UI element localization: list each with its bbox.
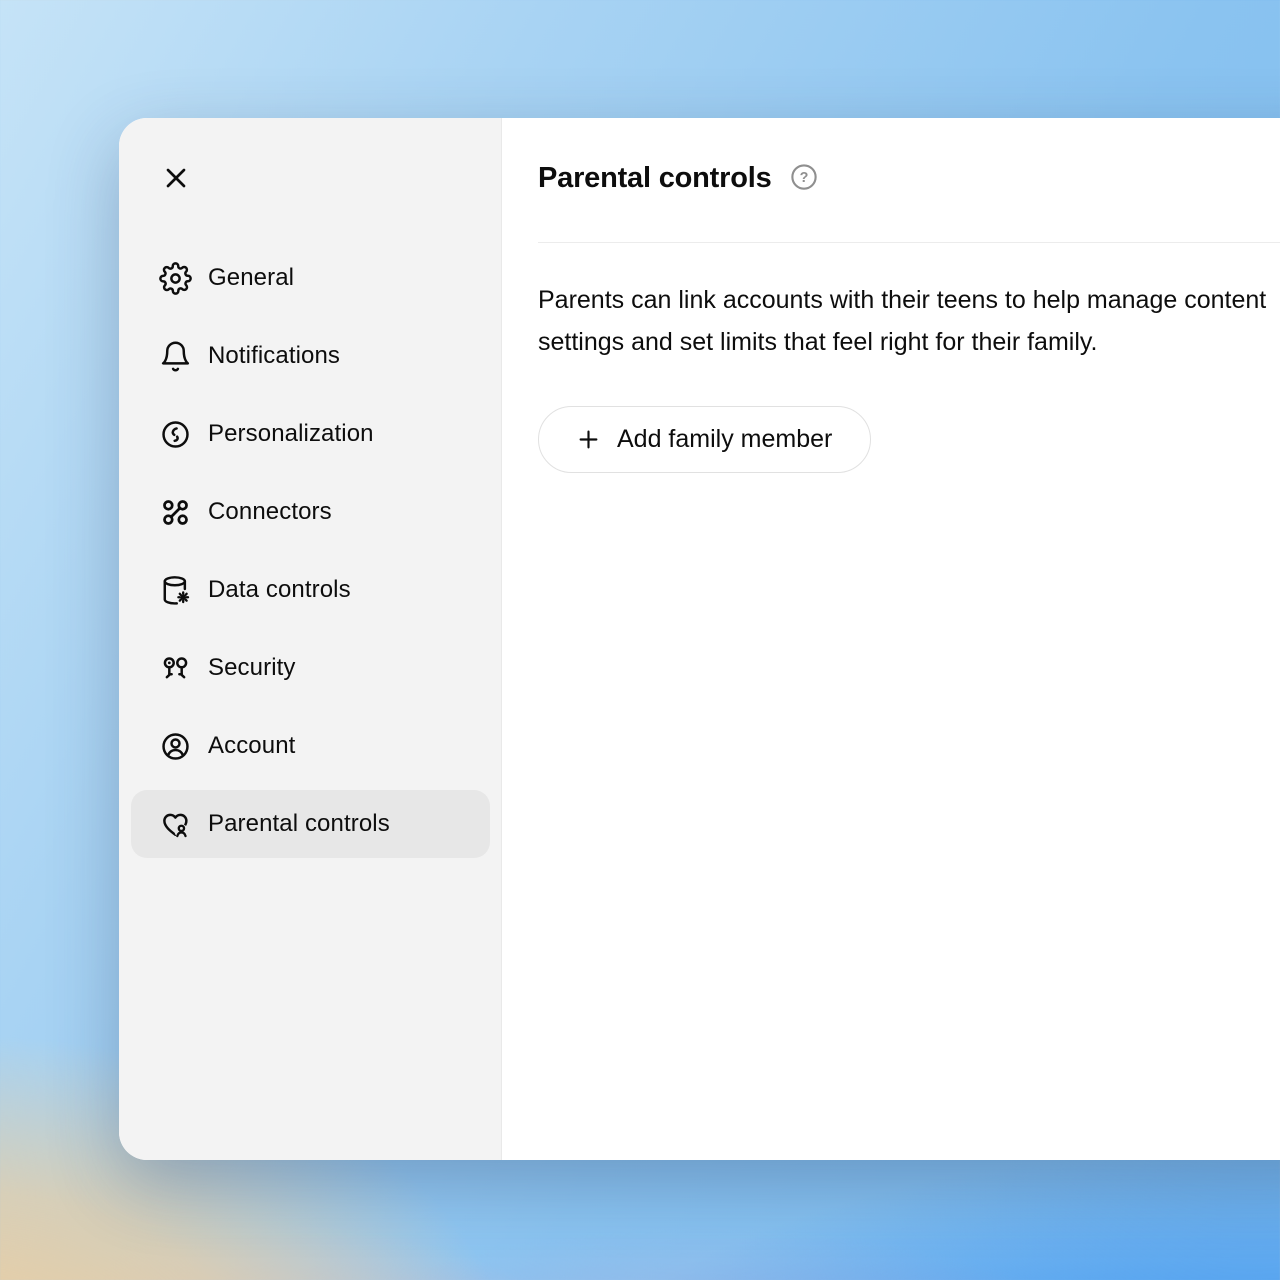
- sidebar-item-label: General: [208, 264, 294, 292]
- sidebar-item-parental-controls[interactable]: Parental controls: [131, 790, 490, 858]
- sidebar-item-security[interactable]: Security: [131, 634, 490, 702]
- heart-person-icon: [158, 807, 192, 841]
- database-gear-icon: [158, 573, 192, 607]
- help-button[interactable]: ?: [789, 163, 819, 193]
- sidebar-item-label: Data controls: [208, 576, 351, 604]
- sidebar-item-account[interactable]: Account: [131, 712, 490, 780]
- description-text: Parents can link accounts with their tee…: [538, 279, 1280, 363]
- svg-text:?: ?: [799, 170, 808, 186]
- sidebar-item-data-controls[interactable]: Data controls: [131, 556, 490, 624]
- keys-icon: [158, 651, 192, 685]
- sidebar-item-connectors[interactable]: Connectors: [131, 478, 490, 546]
- sidebar-item-label: Parental controls: [208, 810, 390, 838]
- sidebar-item-general[interactable]: General: [131, 244, 490, 312]
- description-line: settings and set limits that feel right …: [538, 321, 1280, 363]
- add-family-member-label: Add family member: [617, 425, 832, 454]
- close-icon: [160, 162, 192, 197]
- connectors-icon: [158, 495, 192, 529]
- sidebar-item-label: Connectors: [208, 498, 332, 526]
- sidebar-item-label: Security: [208, 654, 296, 682]
- sidebar-item-notifications[interactable]: Notifications: [131, 322, 490, 390]
- add-family-member-button[interactable]: Add family member: [538, 406, 871, 473]
- user-circle-icon: [158, 729, 192, 763]
- close-button[interactable]: [157, 160, 195, 198]
- plus-icon: [575, 426, 602, 453]
- sidebar-nav: General Notifications: [119, 118, 501, 858]
- description-line: Parents can link accounts with their tee…: [538, 279, 1280, 321]
- header-divider: [538, 242, 1280, 243]
- gear-icon: [158, 261, 192, 295]
- sidebar-item-label: Notifications: [208, 342, 340, 370]
- page-title: Parental controls: [538, 162, 772, 195]
- sidebar-item-label: Account: [208, 732, 295, 760]
- settings-dialog: General Notifications: [119, 118, 1280, 1160]
- parental-controls-panel: Parental controls ? Parents can link acc…: [502, 118, 1280, 1160]
- sidebar-item-personalization[interactable]: Personalization: [131, 400, 490, 468]
- help-circle-icon: ?: [789, 162, 819, 195]
- settings-sidebar: General Notifications: [119, 118, 502, 1160]
- bell-icon: [158, 339, 192, 373]
- sidebar-item-label: Personalization: [208, 420, 374, 448]
- panel-header: Parental controls ?: [538, 118, 1280, 195]
- personalization-icon: [158, 417, 192, 451]
